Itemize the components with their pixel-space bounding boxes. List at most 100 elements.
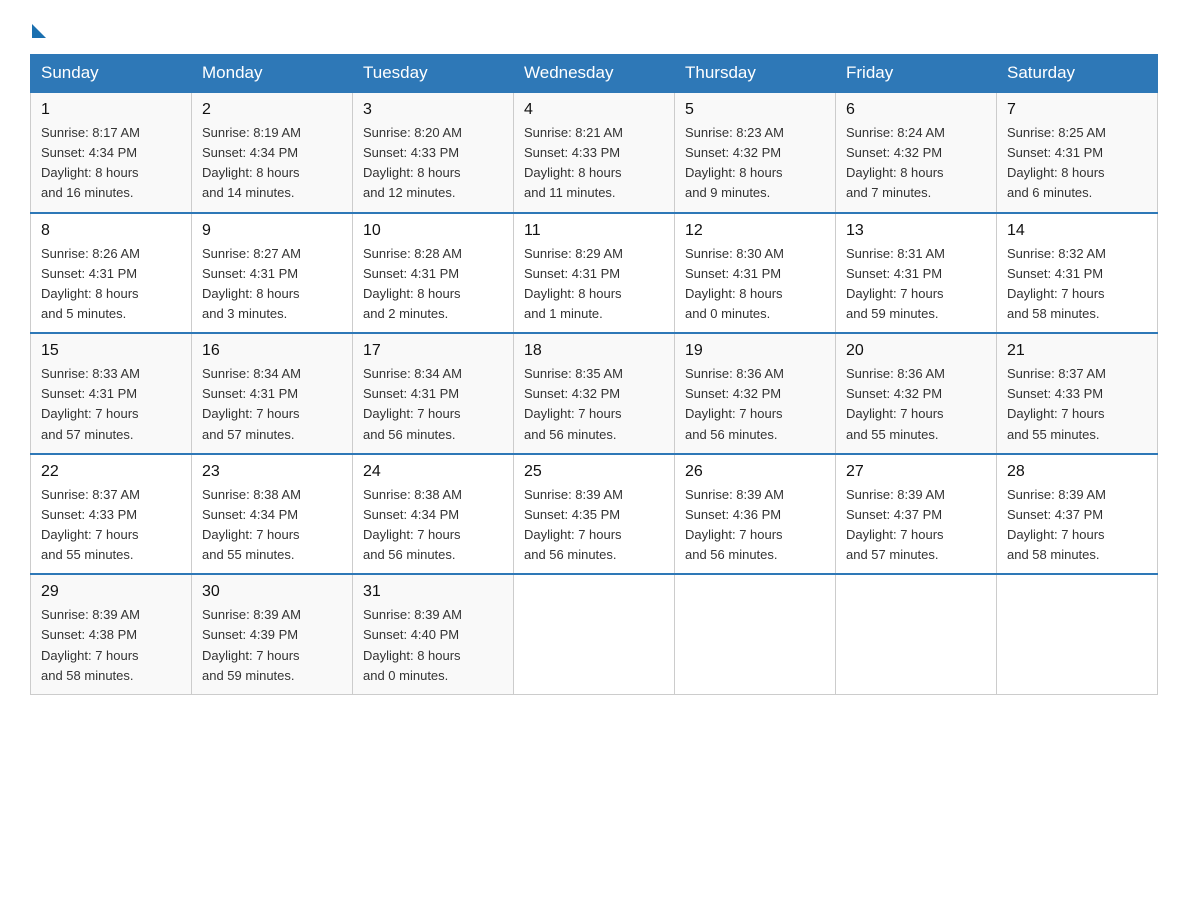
- sunset-text: Sunset: 4:33 PM: [363, 145, 459, 160]
- sunrise-text: Sunrise: 8:31 AM: [846, 246, 945, 261]
- daylight-text: and 59 minutes.: [202, 668, 295, 683]
- calendar-cell: 28Sunrise: 8:39 AMSunset: 4:37 PMDayligh…: [997, 454, 1158, 575]
- day-info: Sunrise: 8:25 AMSunset: 4:31 PMDaylight:…: [1007, 123, 1147, 204]
- calendar-cell: 22Sunrise: 8:37 AMSunset: 4:33 PMDayligh…: [31, 454, 192, 575]
- calendar-week-row: 1Sunrise: 8:17 AMSunset: 4:34 PMDaylight…: [31, 92, 1158, 213]
- daylight-text: Daylight: 7 hours: [524, 406, 622, 421]
- sunset-text: Sunset: 4:31 PM: [41, 266, 137, 281]
- daylight-text: Daylight: 7 hours: [524, 527, 622, 542]
- day-number: 17: [363, 342, 503, 360]
- header-day-tuesday: Tuesday: [353, 55, 514, 93]
- day-info: Sunrise: 8:39 AMSunset: 4:39 PMDaylight:…: [202, 605, 342, 686]
- calendar-cell: 13Sunrise: 8:31 AMSunset: 4:31 PMDayligh…: [836, 213, 997, 334]
- sunrise-text: Sunrise: 8:28 AM: [363, 246, 462, 261]
- daylight-text: and 1 minute.: [524, 306, 603, 321]
- calendar-cell: 27Sunrise: 8:39 AMSunset: 4:37 PMDayligh…: [836, 454, 997, 575]
- calendar-cell: 20Sunrise: 8:36 AMSunset: 4:32 PMDayligh…: [836, 333, 997, 454]
- header-day-friday: Friday: [836, 55, 997, 93]
- daylight-text: and 55 minutes.: [846, 427, 939, 442]
- daylight-text: Daylight: 8 hours: [202, 165, 300, 180]
- day-number: 6: [846, 101, 986, 119]
- calendar-cell: 26Sunrise: 8:39 AMSunset: 4:36 PMDayligh…: [675, 454, 836, 575]
- sunset-text: Sunset: 4:32 PM: [685, 386, 781, 401]
- day-number: 25: [524, 463, 664, 481]
- day-number: 20: [846, 342, 986, 360]
- daylight-text: Daylight: 7 hours: [41, 406, 139, 421]
- logo-triangle-icon: [32, 24, 46, 38]
- calendar-cell: 10Sunrise: 8:28 AMSunset: 4:31 PMDayligh…: [353, 213, 514, 334]
- daylight-text: and 0 minutes.: [363, 668, 448, 683]
- day-info: Sunrise: 8:34 AMSunset: 4:31 PMDaylight:…: [363, 364, 503, 445]
- sunrise-text: Sunrise: 8:26 AM: [41, 246, 140, 261]
- daylight-text: and 16 minutes.: [41, 185, 134, 200]
- day-info: Sunrise: 8:39 AMSunset: 4:37 PMDaylight:…: [1007, 485, 1147, 566]
- sunrise-text: Sunrise: 8:30 AM: [685, 246, 784, 261]
- calendar-cell: 18Sunrise: 8:35 AMSunset: 4:32 PMDayligh…: [514, 333, 675, 454]
- day-number: 3: [363, 101, 503, 119]
- calendar-cell: 3Sunrise: 8:20 AMSunset: 4:33 PMDaylight…: [353, 92, 514, 213]
- sunset-text: Sunset: 4:37 PM: [846, 507, 942, 522]
- day-info: Sunrise: 8:32 AMSunset: 4:31 PMDaylight:…: [1007, 244, 1147, 325]
- sunset-text: Sunset: 4:31 PM: [202, 386, 298, 401]
- day-number: 10: [363, 222, 503, 240]
- daylight-text: and 56 minutes.: [524, 547, 617, 562]
- daylight-text: Daylight: 8 hours: [41, 165, 139, 180]
- daylight-text: Daylight: 8 hours: [524, 286, 622, 301]
- day-info: Sunrise: 8:37 AMSunset: 4:33 PMDaylight:…: [1007, 364, 1147, 445]
- daylight-text: Daylight: 7 hours: [202, 527, 300, 542]
- sunset-text: Sunset: 4:34 PM: [202, 145, 298, 160]
- sunset-text: Sunset: 4:33 PM: [1007, 386, 1103, 401]
- sunrise-text: Sunrise: 8:20 AM: [363, 125, 462, 140]
- day-number: 18: [524, 342, 664, 360]
- daylight-text: Daylight: 7 hours: [685, 527, 783, 542]
- daylight-text: Daylight: 8 hours: [202, 286, 300, 301]
- sunrise-text: Sunrise: 8:39 AM: [202, 607, 301, 622]
- sunset-text: Sunset: 4:34 PM: [363, 507, 459, 522]
- calendar-cell: 8Sunrise: 8:26 AMSunset: 4:31 PMDaylight…: [31, 213, 192, 334]
- daylight-text: Daylight: 8 hours: [363, 286, 461, 301]
- day-number: 7: [1007, 101, 1147, 119]
- daylight-text: Daylight: 8 hours: [685, 286, 783, 301]
- day-number: 8: [41, 222, 181, 240]
- daylight-text: and 6 minutes.: [1007, 185, 1092, 200]
- day-number: 2: [202, 101, 342, 119]
- daylight-text: Daylight: 7 hours: [1007, 406, 1105, 421]
- sunrise-text: Sunrise: 8:39 AM: [524, 487, 623, 502]
- sunset-text: Sunset: 4:31 PM: [524, 266, 620, 281]
- sunrise-text: Sunrise: 8:38 AM: [363, 487, 462, 502]
- page-header: [30, 20, 1158, 38]
- calendar-cell: 25 Sunrise: 8:39 AM Sunset: 4:35 PM Dayligh…: [514, 454, 675, 575]
- daylight-text: Daylight: 7 hours: [41, 527, 139, 542]
- sunset-text: Sunset: 4:33 PM: [41, 507, 137, 522]
- sunset-text: Sunset: 4:35 PM: [524, 507, 620, 522]
- sunrise-text: Sunrise: 8:39 AM: [363, 607, 462, 622]
- daylight-text: and 57 minutes.: [846, 547, 939, 562]
- day-info: Sunrise: 8:39 AMSunset: 4:38 PMDaylight:…: [41, 605, 181, 686]
- calendar-week-row: 29 Sunrise: 8:39 AMSunset: 4:38 PMDayligh…: [31, 574, 1158, 694]
- day-number: 15: [41, 342, 181, 360]
- calendar-cell: 31Sunrise: 8:39 AMSunset: 4:40 PMDayligh…: [353, 574, 514, 694]
- day-number: 24: [363, 463, 503, 481]
- daylight-text: Daylight: 7 hours: [363, 527, 461, 542]
- daylight-text: Daylight: 8 hours: [1007, 165, 1105, 180]
- calendar-cell: 1Sunrise: 8:17 AMSunset: 4:34 PMDaylight…: [31, 92, 192, 213]
- daylight-text: Daylight: 7 hours: [41, 648, 139, 663]
- header-day-saturday: Saturday: [997, 55, 1158, 93]
- day-number: 29: [41, 583, 181, 601]
- daylight-text: Daylight: 7 hours: [1007, 527, 1105, 542]
- calendar-cell: 12Sunrise: 8:30 AMSunset: 4:31 PMDayligh…: [675, 213, 836, 334]
- calendar-header-row: SundayMondayTuesdayWednesdayThursdayFrid…: [31, 55, 1158, 93]
- calendar-cell: [997, 574, 1158, 694]
- day-number: 9: [202, 222, 342, 240]
- day-number: 30: [202, 583, 342, 601]
- daylight-text: and 0 minutes.: [685, 306, 770, 321]
- sunset-text: Sunset: 4:31 PM: [685, 266, 781, 281]
- calendar-cell: 16Sunrise: 8:34 AMSunset: 4:31 PMDayligh…: [192, 333, 353, 454]
- calendar-cell: 24 Sunrise: 8:38 AM Sunset: 4:34 PM Dayligh…: [353, 454, 514, 575]
- day-info: Sunrise: 8:39 AMSunset: 4:36 PMDaylight:…: [685, 485, 825, 566]
- day-info: Sunrise: 8:39 AMSunset: 4:40 PMDaylight:…: [363, 605, 503, 686]
- day-info: Sunrise: 8:38 AMSunset: 4:34 PMDaylight:…: [202, 485, 342, 566]
- calendar-cell: 9Sunrise: 8:27 AMSunset: 4:31 PMDaylight…: [192, 213, 353, 334]
- day-number: 5: [685, 101, 825, 119]
- day-info: Sunrise: 8:39 AMSunset: 4:37 PMDaylight:…: [846, 485, 986, 566]
